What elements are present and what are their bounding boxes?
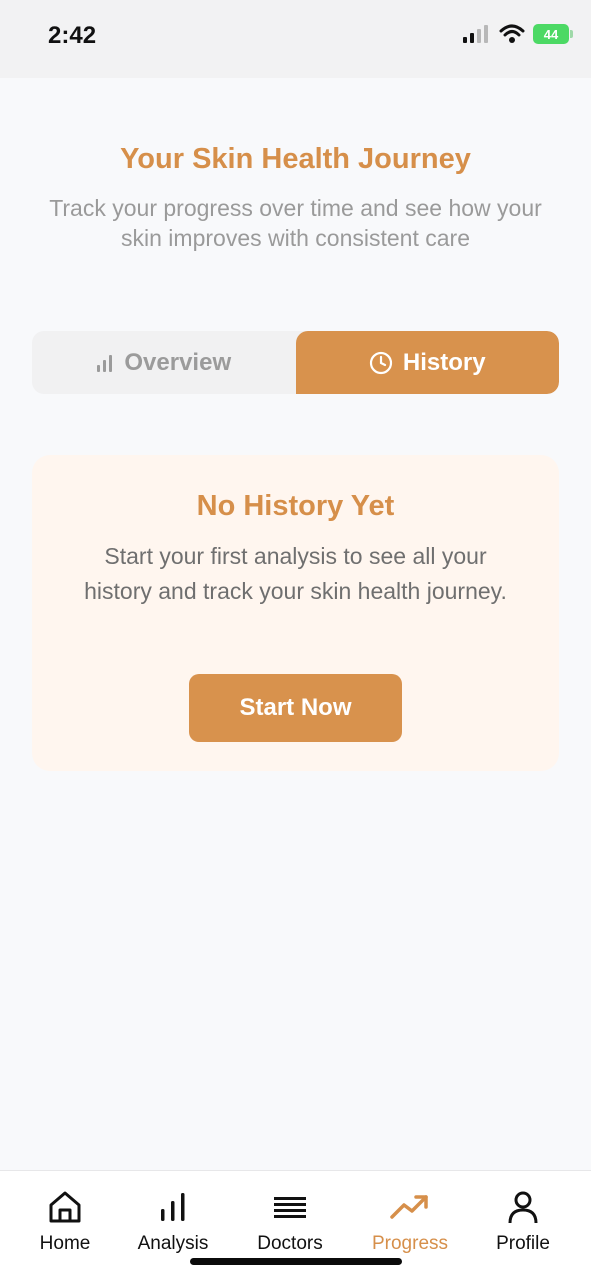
tab-analysis[interactable]: Analysis (118, 1189, 228, 1269)
home-icon (49, 1191, 81, 1223)
home-indicator (190, 1258, 402, 1265)
bar-chart-icon (97, 354, 113, 372)
clock-icon (369, 351, 393, 374)
tab-overview[interactable]: Overview (32, 331, 296, 394)
page-subtitle: Track your progress over time and see ho… (49, 195, 542, 251)
segmented-control: Overview History (32, 331, 559, 394)
tab-doctors-label: Doctors (257, 1233, 323, 1254)
tab-analysis-label: Analysis (137, 1233, 209, 1254)
trending-up-icon (390, 1195, 428, 1219)
tab-doctors[interactable]: Doctors (235, 1189, 345, 1269)
start-now-button[interactable]: Start Now (189, 674, 402, 742)
list-icon (274, 1197, 306, 1218)
tab-profile[interactable]: Profile (468, 1189, 578, 1269)
tab-progress[interactable]: Progress (355, 1189, 465, 1269)
tab-overview-label: Overview (124, 348, 232, 376)
empty-state-message: Start your first analysis to see all you… (84, 543, 507, 604)
battery-icon: 44 (533, 24, 573, 44)
user-icon (508, 1191, 538, 1224)
tab-profile-label: Profile (496, 1233, 550, 1254)
tab-history[interactable]: History (295, 331, 559, 394)
empty-state-card: No History Yet Start your first analysis… (32, 455, 559, 771)
wifi-icon (499, 24, 525, 43)
tab-history-label: History (402, 348, 486, 376)
status-icons: 44 (463, 24, 573, 44)
tab-home-label: Home (39, 1233, 91, 1254)
signal-icon (463, 25, 488, 43)
empty-state-title: No History Yet (196, 490, 395, 522)
tab-progress-label: Progress (371, 1233, 449, 1254)
status-time: 2:42 (48, 22, 97, 49)
bar-chart-icon (161, 1193, 185, 1221)
page-title: Your Skin Health Journey (120, 143, 471, 175)
status-bar: 2:42 44 (0, 0, 591, 78)
tab-home[interactable]: Home (10, 1189, 120, 1269)
